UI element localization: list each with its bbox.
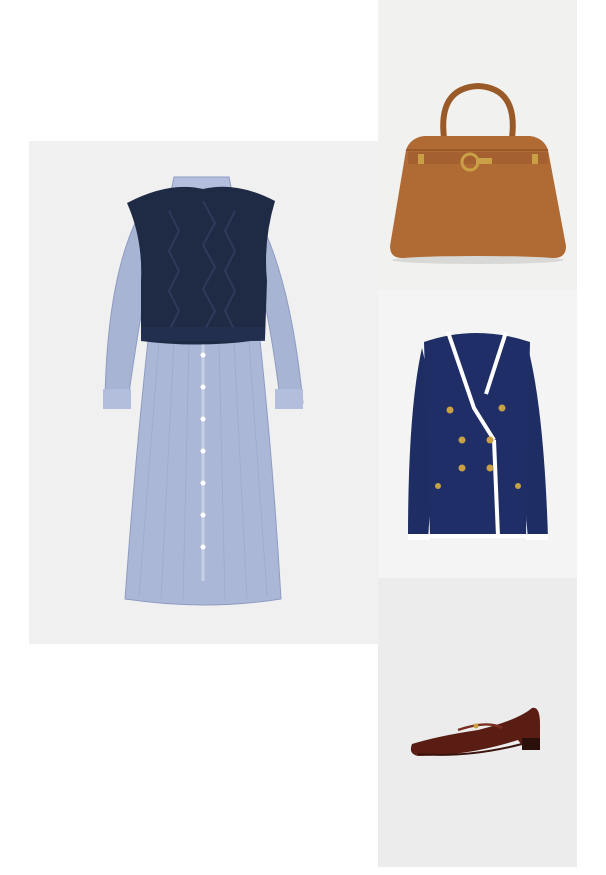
tote-bag-image [390, 82, 566, 264]
dress-product-tile[interactable] [29, 141, 378, 644]
mary-jane-shoe-image [410, 707, 540, 756]
shirt-dress-image [103, 176, 304, 606]
blazer-product-tile[interactable] [378, 290, 577, 578]
bag-product-tile[interactable] [378, 0, 577, 290]
shoe-product-tile[interactable] [378, 578, 577, 867]
blazer-image [408, 331, 548, 540]
